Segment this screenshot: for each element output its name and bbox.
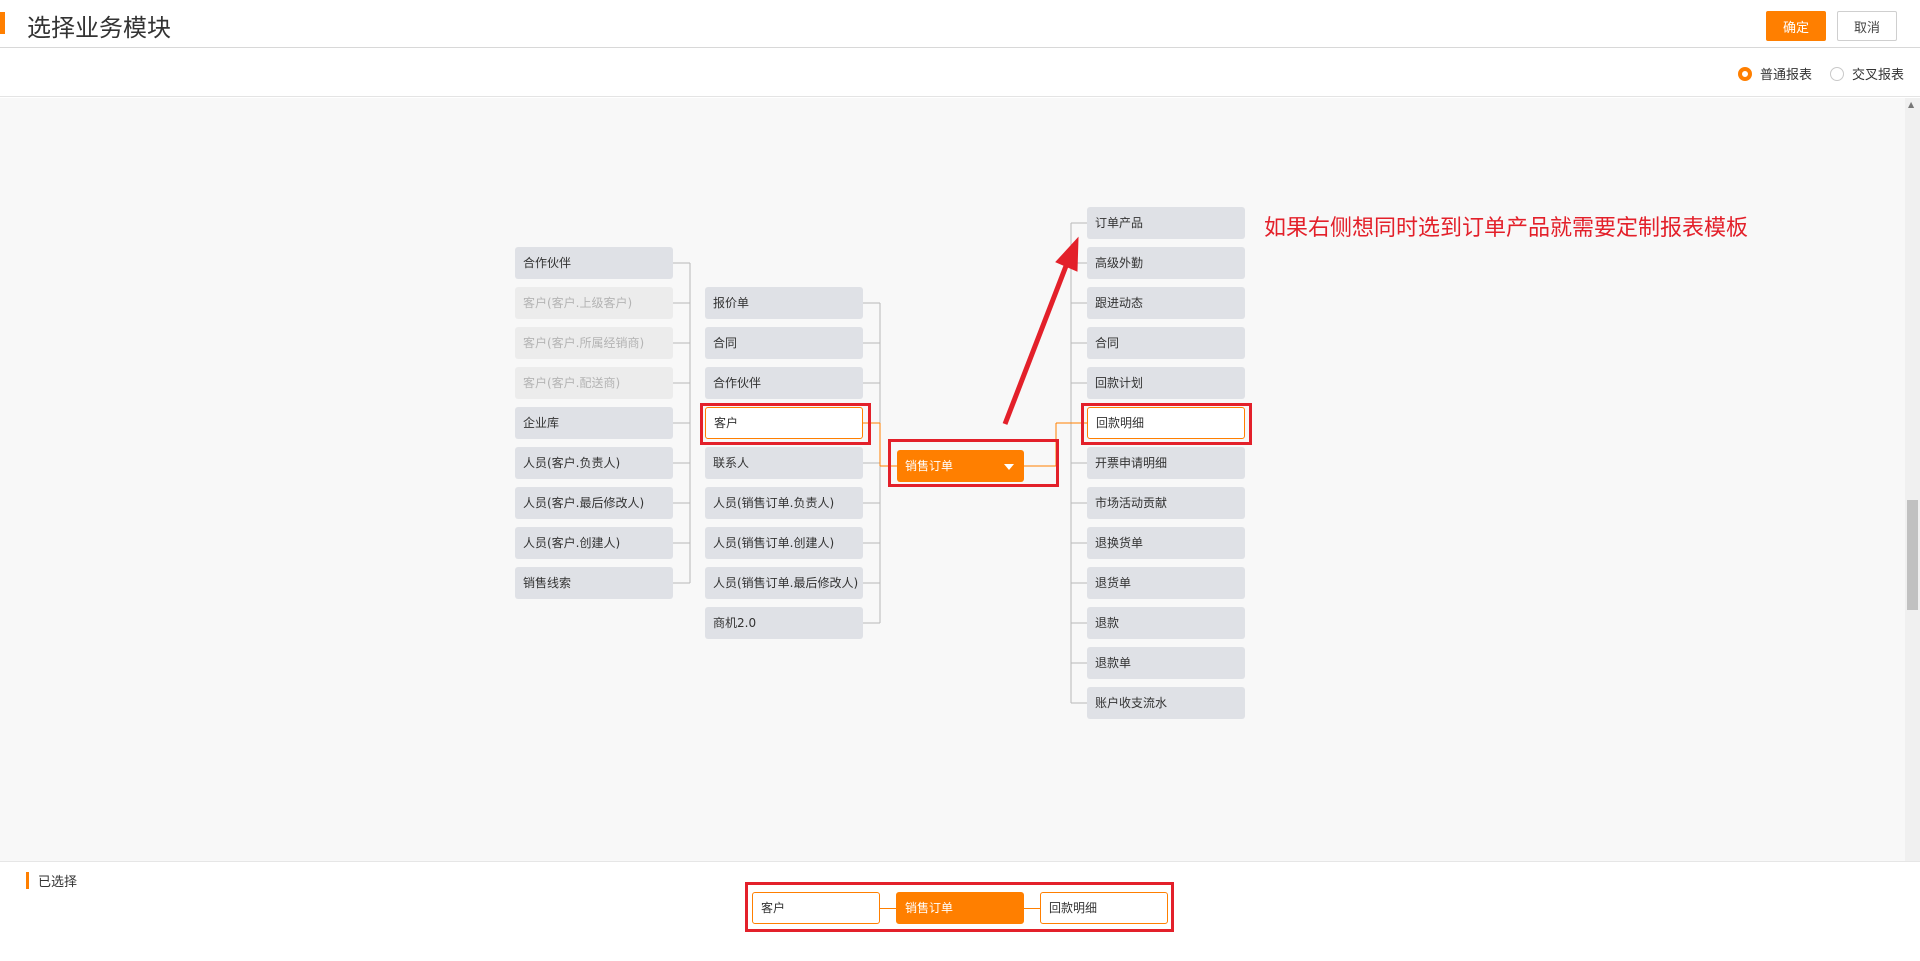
radio-cross-report[interactable]: 交叉报表 — [1830, 64, 1904, 83]
left-column-node[interactable]: 人员(客户.最后修改人) — [515, 487, 673, 519]
vertical-scrollbar[interactable] — [1905, 98, 1920, 861]
middle-column-node[interactable]: 合同 — [705, 327, 863, 359]
page-title: 选择业务模块 — [27, 14, 171, 42]
radio-cross-report-label: 交叉报表 — [1852, 68, 1905, 83]
middle-column-node[interactable]: 合作伙伴 — [705, 367, 863, 399]
middle-column-node[interactable]: 商机2.0 — [705, 607, 863, 639]
highlight-box-selected-chain — [745, 882, 1174, 932]
middle-column-node[interactable]: 报价单 — [705, 287, 863, 319]
confirm-button[interactable]: 确定 — [1766, 11, 1826, 41]
left-column-node: 客户(客户.配送商) — [515, 367, 673, 399]
right-column-node[interactable]: 市场活动贡献 — [1087, 487, 1245, 519]
middle-column-node[interactable]: 人员(销售订单.负责人) — [705, 487, 863, 519]
left-column-node[interactable]: 企业库 — [515, 407, 673, 439]
report-type-toolbar: 普通报表 交叉报表 — [0, 49, 1920, 97]
header: 选择业务模块 确定 取消 — [0, 0, 1920, 48]
cancel-button[interactable]: 取消 — [1837, 11, 1897, 41]
middle-column-node[interactable]: 人员(销售订单.最后修改人) — [705, 567, 863, 599]
radio-checked-icon — [1738, 66, 1752, 81]
left-column-node: 客户(客户.上级客户) — [515, 287, 673, 319]
selected-section-label: 已选择 — [38, 875, 78, 890]
right-column-node[interactable]: 退款 — [1087, 607, 1245, 639]
header-accent-bar — [0, 12, 5, 34]
left-column-node: 客户(客户.所属经销商) — [515, 327, 673, 359]
highlight-box-payment-detail — [1081, 403, 1252, 445]
radio-normal-report-label: 普通报表 — [1760, 68, 1813, 83]
scrollbar-thumb[interactable] — [1907, 500, 1918, 610]
left-column-node[interactable]: 销售线索 — [515, 567, 673, 599]
annotation-text: 如果右侧想同时选到订单产品就需要定制报表模板 — [1264, 216, 1749, 241]
right-column-node[interactable]: 退款单 — [1087, 647, 1245, 679]
right-column-node[interactable]: 开票申请明细 — [1087, 447, 1245, 479]
right-column-node[interactable]: 账户收支流水 — [1087, 687, 1245, 719]
left-column-node[interactable]: 人员(客户.创建人) — [515, 527, 673, 559]
right-column-node[interactable]: 合同 — [1087, 327, 1245, 359]
right-column-node[interactable]: 高级外勤 — [1087, 247, 1245, 279]
right-column-node[interactable]: 退货单 — [1087, 567, 1245, 599]
radio-normal-report[interactable]: 普通报表 — [1738, 64, 1812, 83]
left-column-node[interactable]: 人员(客户.负责人) — [515, 447, 673, 479]
radio-unchecked-icon — [1830, 66, 1844, 81]
scroll-up-arrow-icon[interactable]: ▲ — [1908, 100, 1914, 109]
middle-column-node[interactable]: 人员(销售订单.创建人) — [705, 527, 863, 559]
middle-column-node[interactable]: 联系人 — [705, 447, 863, 479]
right-column-node[interactable]: 回款计划 — [1087, 367, 1245, 399]
right-column-node[interactable]: 订单产品 — [1087, 207, 1245, 239]
selected-accent-bar — [26, 872, 29, 889]
highlight-box-customer — [700, 403, 871, 445]
left-column-node[interactable]: 合作伙伴 — [515, 247, 673, 279]
right-column-node[interactable]: 跟进动态 — [1087, 287, 1245, 319]
highlight-box-sales-order — [888, 439, 1059, 487]
selected-section: 已选择 客户 销售订单 回款明细 — [0, 861, 1920, 961]
right-column-node[interactable]: 退换货单 — [1087, 527, 1245, 559]
